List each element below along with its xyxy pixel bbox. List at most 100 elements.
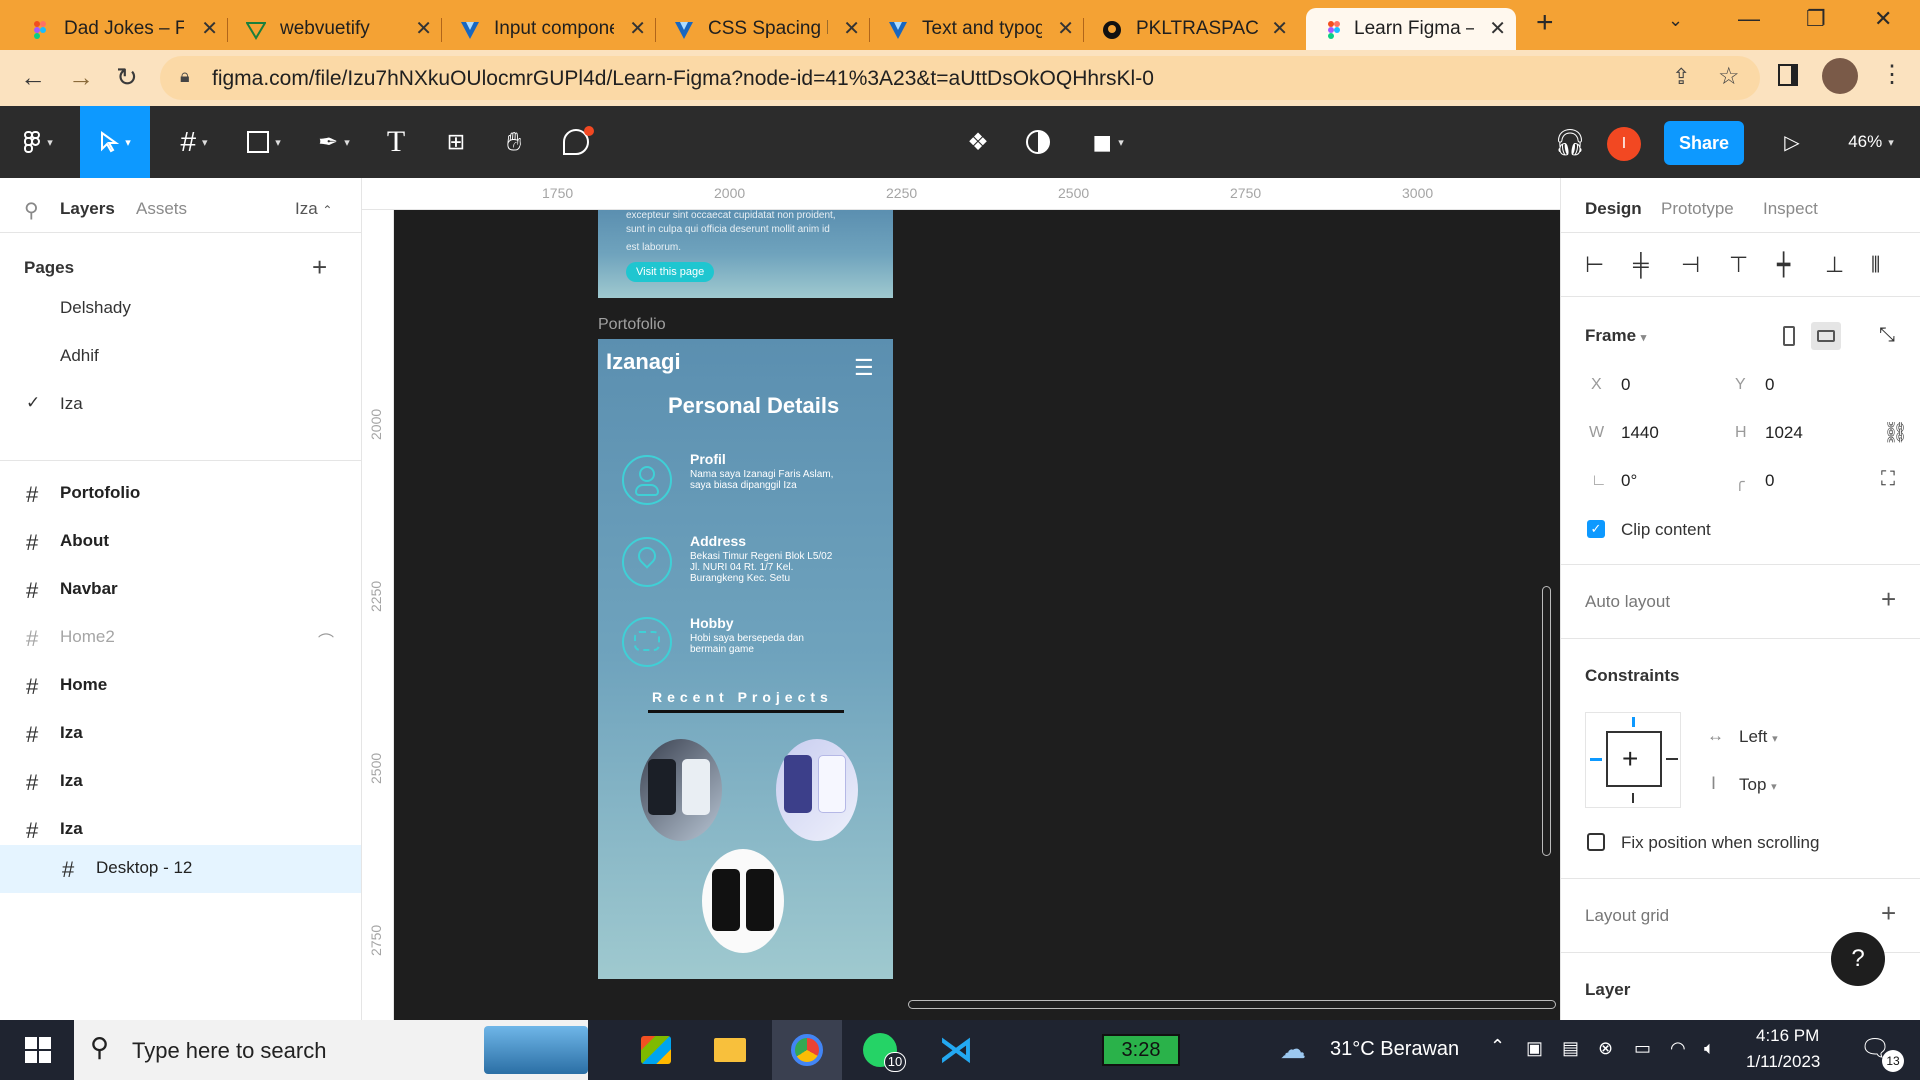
width-input[interactable]: 1440 [1621, 423, 1659, 443]
layer-desktop-12[interactable]: # Desktop - 12 [0, 845, 361, 893]
layer-about[interactable]: # About [0, 518, 361, 566]
layer-home2[interactable]: # Home2 ⌒ [0, 614, 361, 662]
vertical-constraint-dropdown[interactable]: Top ▾ [1739, 775, 1777, 795]
add-page-button[interactable]: + [312, 252, 327, 283]
align-horizontal-center-icon[interactable]: ╪ [1633, 252, 1649, 278]
layer-iza[interactable]: # Iza [0, 710, 361, 758]
share-page-icon[interactable]: ⇪ [1672, 64, 1690, 90]
share-button[interactable]: Share [1664, 121, 1744, 165]
align-left-icon[interactable]: ⊢ [1585, 252, 1604, 278]
audio-button[interactable]: 🎧︎ [1550, 106, 1590, 178]
add-layout-grid-button[interactable]: + [1881, 898, 1896, 929]
help-button[interactable]: ? [1831, 932, 1885, 986]
tray-app-icon[interactable]: ▣ [1526, 1038, 1543, 1059]
distribute-icon[interactable]: ⫴ [1871, 252, 1880, 278]
page-item-delshady[interactable]: Delshady [0, 284, 361, 332]
layer-navbar[interactable]: # Navbar [0, 566, 361, 614]
browser-tab-text-typography[interactable]: Text and typog ✕ [870, 8, 1084, 50]
constrain-proportions-icon[interactable]: ⛓︎ [1883, 420, 1908, 445]
minimize-button[interactable]: — [1738, 6, 1760, 32]
hand-tool-button[interactable]: ✋︎ [494, 106, 534, 178]
browser-tab-webvuetify[interactable]: webvuetify ✕ [228, 8, 442, 50]
horizontal-constraint-dropdown[interactable]: Left ▾ [1739, 727, 1778, 747]
tray-app-icon[interactable]: ▤ [1562, 1038, 1579, 1059]
browser-tab-input-components[interactable]: Input compone ✕ [442, 8, 656, 50]
browser-tab-dad-jokes[interactable]: Dad Jokes – Fig ✕ [0, 8, 228, 50]
forward-arrow-icon[interactable]: → [68, 62, 94, 93]
restore-button[interactable]: ❐ [1806, 6, 1826, 32]
clock-time[interactable]: 4:16 PM [1756, 1026, 1819, 1046]
layer-iza[interactable]: # Iza [0, 758, 361, 806]
zoom-dropdown[interactable]: 46% ▾ [1836, 106, 1906, 178]
tab-assets[interactable]: Assets [136, 199, 187, 219]
tab-design[interactable]: Design [1585, 199, 1642, 219]
microsoft-store-icon[interactable] [636, 1030, 676, 1070]
whatsapp-icon[interactable]: 10 [860, 1030, 906, 1072]
browser-tab-learn-figma[interactable]: Learn Figma – ✕ [1306, 8, 1516, 50]
network-offline-icon[interactable]: ⊗ [1598, 1038, 1613, 1059]
constraints-widget[interactable]: + [1585, 712, 1681, 808]
rotation-input[interactable]: 0° [1621, 471, 1637, 491]
clock-date[interactable]: 1/11/2023 [1746, 1052, 1820, 1072]
chevron-up-icon[interactable]: ⌃ [1490, 1036, 1505, 1057]
close-icon[interactable]: ✕ [843, 16, 860, 41]
horizontal-scrollbar[interactable] [908, 1000, 1556, 1009]
close-icon[interactable]: ✕ [1271, 16, 1288, 41]
upper-frame[interactable]: excepteur sint occaecat cupidatat non pr… [598, 210, 893, 298]
close-icon[interactable]: ✕ [201, 16, 218, 41]
close-icon[interactable]: ✕ [415, 16, 432, 41]
close-icon[interactable]: ✕ [629, 16, 646, 41]
layer-portofolio[interactable]: # Portofolio [0, 470, 361, 518]
windows-start-button[interactable] [18, 1030, 58, 1070]
clip-content-checkbox[interactable]: ✓ [1587, 520, 1605, 538]
frame-section-dropdown[interactable]: Frame ▾ [1585, 326, 1646, 346]
search-icon[interactable]: ⚲ [24, 198, 39, 223]
present-button[interactable]: ▷ [1772, 106, 1812, 178]
move-tool-button[interactable]: ▾ [80, 106, 150, 178]
close-icon[interactable]: ✕ [1057, 16, 1074, 41]
close-icon[interactable]: ✕ [1489, 16, 1506, 41]
vscode-icon[interactable]: ⋊ [936, 1030, 976, 1070]
vertical-scrollbar[interactable] [1542, 586, 1551, 856]
resize-to-fit-icon[interactable]: ⤡ [1879, 324, 1895, 347]
browser-tab-css-spacing[interactable]: CSS Spacing he ✕ [656, 8, 870, 50]
boolean-button[interactable]: ◼︎ ▾ [1080, 106, 1136, 178]
portrait-orientation-icon[interactable] [1783, 326, 1795, 346]
tab-search-chevron-icon[interactable]: ⌄ [1668, 10, 1683, 31]
page-item-adhif[interactable]: Adhif [0, 332, 361, 380]
radius-input[interactable]: 0 [1765, 471, 1774, 491]
shape-tool-button[interactable]: ▾ [236, 106, 292, 178]
align-right-icon[interactable]: ⊣ [1681, 252, 1700, 278]
battery-widget[interactable]: 3:28 [1102, 1034, 1180, 1066]
figma-main-menu-button[interactable]: ▾ [10, 106, 66, 178]
page-menu-dropdown[interactable]: Iza ⌃ [295, 199, 332, 219]
url-text[interactable]: figma.com/file/Izu7hNXkuOUlocmrGUPl4d/Le… [212, 67, 1154, 91]
align-vertical-center-icon[interactable]: ┿ [1777, 252, 1790, 278]
pen-tool-button[interactable]: ✒︎ ▾ [306, 106, 362, 178]
wifi-icon[interactable]: ◠ [1670, 1038, 1686, 1059]
hidden-eye-icon[interactable]: ⌒ [318, 628, 334, 652]
bookmark-star-icon[interactable]: ☆ [1718, 62, 1740, 91]
taskbar-search-box[interactable]: ⚲ Type here to search [74, 1020, 588, 1080]
portfolio-frame[interactable]: Izanagi ☰ Personal Details Profil Nama s… [598, 339, 893, 979]
close-window-button[interactable]: ✕ [1874, 6, 1892, 32]
chrome-taskbar-icon[interactable] [772, 1020, 842, 1080]
new-tab-button[interactable]: + [1536, 6, 1554, 40]
tab-layers[interactable]: Layers [60, 199, 115, 219]
volume-icon[interactable]: 🔈︎ [1704, 1038, 1715, 1059]
canvas[interactable]: 1750 2000 2250 2500 2750 3000 2000 2250 … [362, 178, 1560, 1020]
components-button[interactable]: ❖ [958, 106, 998, 178]
align-bottom-icon[interactable]: ⊥ [1825, 252, 1844, 278]
layer-home[interactable]: # Home [0, 662, 361, 710]
user-avatar[interactable]: I [1607, 127, 1641, 161]
frame-tool-button[interactable]: # ▾ [166, 106, 222, 178]
landscape-orientation-button[interactable] [1811, 322, 1841, 350]
add-auto-layout-button[interactable]: + [1881, 584, 1896, 615]
resources-tool-button[interactable]: ⊞ [436, 106, 476, 178]
tab-prototype[interactable]: Prototype [1661, 199, 1734, 219]
tab-inspect[interactable]: Inspect [1763, 199, 1818, 219]
x-input[interactable]: 0 [1621, 375, 1630, 395]
fix-position-checkbox[interactable] [1587, 833, 1605, 851]
battery-icon[interactable]: ▭ [1634, 1038, 1651, 1059]
file-explorer-icon[interactable] [710, 1030, 750, 1070]
